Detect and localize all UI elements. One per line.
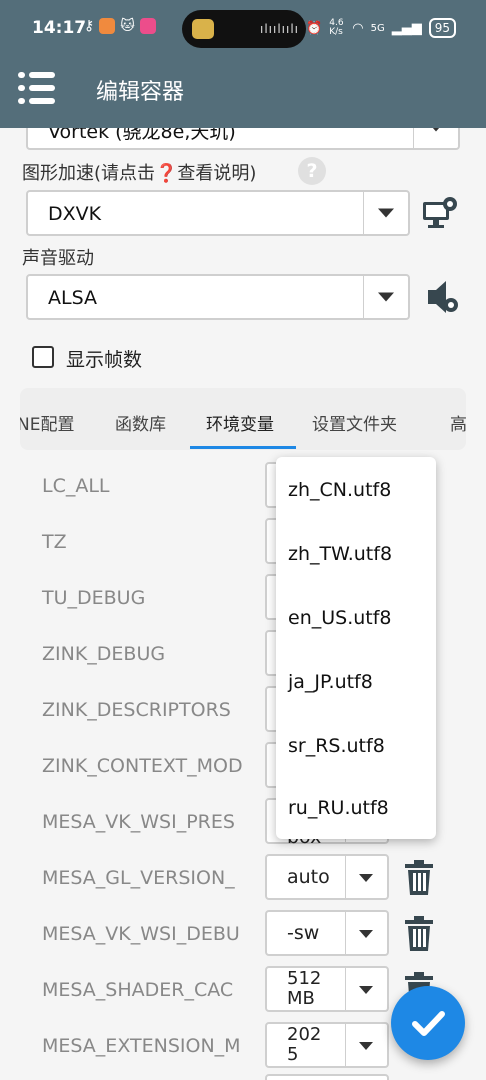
locale-dropdown-menu: zh_CN.utf8 zh_TW.utf8 en_US.utf8 ja_JP.u… [276,457,436,839]
network-speed: 4.6 K/s [329,18,344,37]
tab-bar: NE配置 函数库 环境变量 设置文件夹 高 [20,388,466,450]
checkmark-icon [412,1011,445,1036]
status-right-icons: ⏰ 4.6 K/s ◠ 5G ▂▄▆ 95 [306,18,456,38]
chevron-down-icon [378,292,394,302]
status-time: 14:17 [32,18,87,38]
env-name: MESA_VK_WSI_DEBU [42,923,240,945]
tab-indicator [190,446,296,449]
tab-folders[interactable]: 设置文件夹 [312,410,397,435]
chevron-down-icon [378,208,394,218]
battery-indicator: 95 [428,18,456,38]
dynamic-island[interactable]: ılıılıılı [182,10,306,48]
env-value-select[interactable]: -sw [265,910,389,956]
device-select-value: Vortek (骁龙8e,天玑) [48,128,236,143]
tab-libraries[interactable]: 函数库 [115,410,166,435]
audio-select-value: ALSA [48,287,97,309]
env-value: 512 MB [287,968,322,1009]
env-name: ZINK_DEBUG [42,643,166,665]
cat-icon: 🐱 [120,18,135,34]
chevron-down-icon [359,874,373,882]
media-app-icon [192,19,214,39]
menu-icon[interactable] [18,72,56,104]
tab-env-vars[interactable]: 环境变量 [206,410,274,435]
env-name: MESA_EXTENSION_M [42,1035,241,1057]
dropdown-option[interactable]: zh_TW.utf8 [288,543,392,565]
audio-select[interactable]: ALSA [26,274,410,320]
app-notification-icon [99,18,116,34]
audio-settings-icon[interactable] [424,278,460,316]
env-value: auto [287,866,330,888]
signal-bars-icon: ▂▄▆ [391,20,422,36]
env-name: MESA_VK_WSI_PRES [42,811,235,833]
dropdown-option[interactable]: sr_RS.utf8 [288,735,385,757]
env-value-select[interactable]: 512 MB [265,966,389,1012]
graphics-select[interactable]: DXVK [26,190,410,236]
env-value-select[interactable]: auto [265,854,389,900]
env-name: ZINK_CONTEXT_MOD [42,755,243,777]
help-icon[interactable]: ? [298,157,326,185]
env-name: TU_DEBUG [42,587,146,609]
show-fps-checkbox[interactable] [32,346,54,368]
page-title: 编辑容器 [96,80,185,105]
chevron-down-icon [428,128,444,132]
audio-label: 声音驱动 [22,248,94,269]
delete-icon[interactable] [404,916,434,952]
status-left-icons: ⚷ 🐱 [84,18,156,34]
graphics-settings-icon[interactable] [421,194,459,232]
dropdown-option[interactable]: ru_RU.utf8 [288,797,389,819]
env-name: MESA_SHADER_CAC [42,979,234,1001]
chevron-down-icon [359,1042,373,1050]
key-icon: ⚷ [84,18,95,34]
tab-advanced[interactable]: 高 [450,410,466,435]
show-fps-label: 显示帧数 [66,349,143,371]
graphics-label: 图形加速(请点击❓查看说明) [22,163,257,184]
bilibili-icon [139,18,156,34]
env-value-select[interactable] [265,1074,389,1080]
env-name: LC_ALL [42,475,110,497]
alarm-icon: ⏰ [306,20,323,36]
confirm-button[interactable] [391,986,465,1060]
env-value-select[interactable]: 202 5 [265,1022,389,1068]
delete-icon[interactable] [404,860,434,896]
env-name: MESA_GL_VERSION_ [42,867,235,889]
env-value: 202 5 [287,1024,322,1065]
tab-wine-config[interactable]: NE配置 [20,410,74,435]
dropdown-option[interactable]: en_US.utf8 [288,607,392,629]
waveform-icon: ılıılıılı [260,22,300,36]
wifi-icon: ◠ [352,20,364,36]
chevron-down-icon [359,930,373,938]
dropdown-option[interactable]: zh_CN.utf8 [288,479,391,501]
signal-label: 5G [370,22,385,34]
device-select[interactable]: Vortek (骁龙8e,天玑) [26,128,460,150]
graphics-select-value: DXVK [48,203,102,225]
device-select-clip: Vortek (骁龙8e,天玑) [0,128,486,152]
env-value: -sw [287,922,320,944]
chevron-down-icon [359,986,373,994]
app-bar: 编辑容器 [0,48,486,128]
env-name: ZINK_DESCRIPTORS [42,699,231,721]
env-name: TZ [42,531,67,553]
dropdown-option[interactable]: ja_JP.utf8 [288,671,373,693]
status-bar: 14:17 ⚷ 🐱 ılıılıılı ⏰ 4.6 K/s ◠ 5G ▂▄▆ 9… [0,0,486,48]
